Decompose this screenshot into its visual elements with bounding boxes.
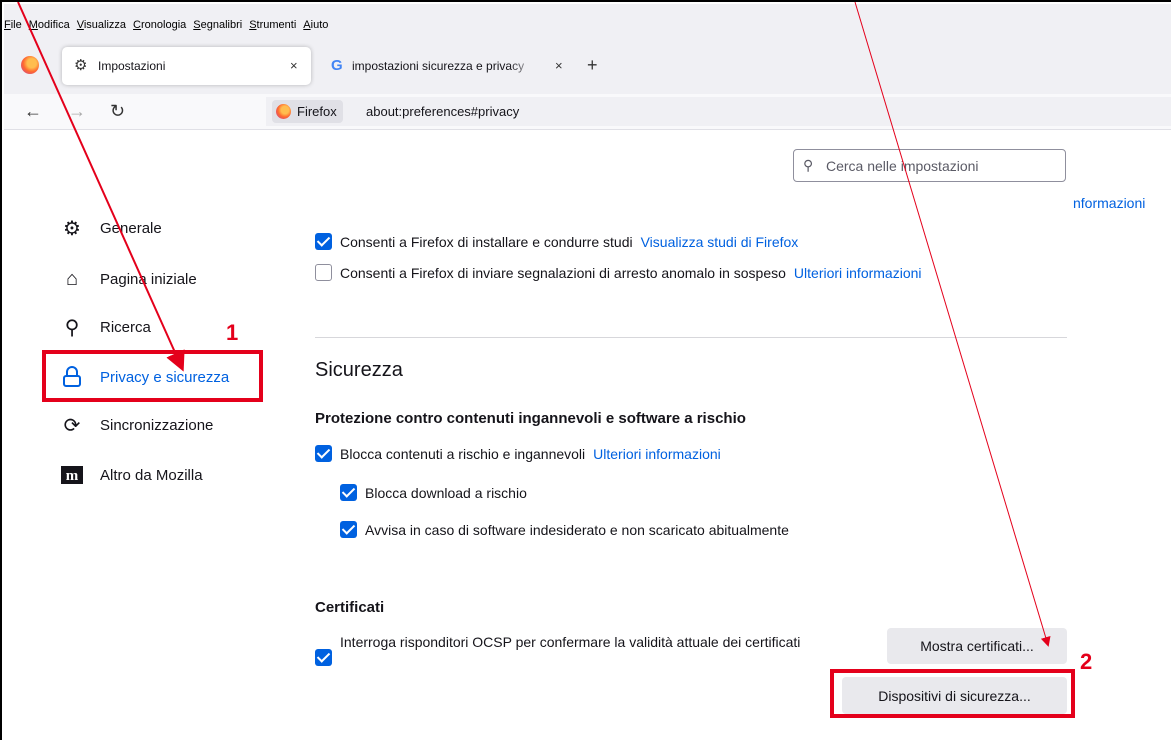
sidebar-item-sincronizzazione[interactable]: ⟳ Sincronizzazione <box>60 410 214 440</box>
warn-software-label: Avvisa in caso di software indesiderato … <box>365 521 789 538</box>
crash-info-link[interactable]: Ulteriori informazioni <box>794 265 922 281</box>
crash-reports-checkbox[interactable] <box>315 264 332 281</box>
tab-title: impostazioni sicurezza e privacy <box>352 59 525 73</box>
menu-aiuto[interactable]: Aiuto <box>303 18 328 32</box>
tab-impostazioni[interactable]: ⚙ Impostazioni × <box>62 47 311 85</box>
search-placeholder: Cerca nelle impostazioni <box>826 158 979 174</box>
close-icon[interactable]: × <box>555 59 563 73</box>
sidebar-item-label: Ricerca <box>100 318 151 336</box>
back-arrow-icon[interactable]: ← <box>24 101 42 121</box>
ocsp-label: Interroga risponditori OCSP per conferma… <box>340 634 801 650</box>
tab-google-search[interactable]: G impostazioni sicurezza e privacy × <box>322 47 574 85</box>
section-divider <box>315 337 1067 338</box>
block-dangerous-info-link[interactable]: Ulteriori informazioni <box>593 446 721 462</box>
sidebar-item-pagina-iniziale[interactable]: ⌂ Pagina iniziale <box>60 264 197 294</box>
menu-segnalibri[interactable]: Segnalibri <box>193 18 242 32</box>
sidebar-item-label: Pagina iniziale <box>100 270 197 288</box>
home-icon: ⌂ <box>65 267 79 290</box>
menu-file[interactable]: File <box>4 18 22 32</box>
menu-strumenti[interactable]: Strumenti <box>249 18 296 32</box>
menu-modifica[interactable]: Modifica <box>29 18 70 32</box>
sidebar-item-generale[interactable]: ⚙ Generale <box>60 213 162 243</box>
step-number-2: 2 <box>1080 649 1093 674</box>
sidebar-item-label: Altro da Mozilla <box>100 466 203 484</box>
more-info-link[interactable]: nformazioni <box>1073 195 1145 211</box>
warn-software-option: Avvisa in caso di software indesiderato … <box>340 521 789 538</box>
browser-window: File Modifica Visualizza Cronologia Segn… <box>0 0 1171 740</box>
block-dangerous-checkbox[interactable] <box>315 445 332 462</box>
google-icon: G <box>331 57 343 74</box>
view-studies-link[interactable]: Visualizza studi di Firefox <box>641 234 799 250</box>
mozilla-icon: m <box>60 463 84 487</box>
menu-cronologia[interactable]: Cronologia <box>133 18 186 32</box>
search-icon: ⚲ <box>803 157 814 173</box>
crash-reports-option: Consenti a Firefox di inviare segnalazio… <box>315 264 922 281</box>
tab-title: Impostazioni <box>98 59 166 73</box>
menu-bar: File Modifica Visualizza Cronologia Segn… <box>4 4 1171 36</box>
firefox-logo-icon[interactable] <box>21 56 39 74</box>
sync-icon: ⟳ <box>63 414 81 437</box>
block-dangerous-label: Blocca contenuti a rischio e ingannevoli <box>340 445 586 462</box>
block-downloads-label: Blocca download a rischio <box>365 484 527 501</box>
studies-checkbox[interactable] <box>315 233 332 250</box>
tab-bar: ⚙ Impostazioni × G impostazioni sicurezz… <box>4 36 1171 94</box>
navigation-bar: ← → ↻ Firefox about:preferences#privacy <box>4 94 1171 130</box>
new-tab-button[interactable]: + <box>587 56 598 74</box>
forward-arrow-icon[interactable]: → <box>68 101 86 121</box>
settings-search-input[interactable]: ⚲ Cerca nelle impostazioni <box>793 149 1066 182</box>
step-number-1: 1 <box>226 320 239 345</box>
reload-icon[interactable]: ↻ <box>110 101 125 121</box>
security-section-title: Sicurezza <box>315 359 403 381</box>
svg-text:m: m <box>66 468 79 484</box>
gear-icon: ⚙ <box>74 57 88 74</box>
block-downloads-checkbox[interactable] <box>340 484 357 501</box>
protection-heading: Protezione contro contenuti ingannevoli … <box>315 410 746 427</box>
identity-box[interactable]: Firefox <box>272 100 343 123</box>
show-certificates-button[interactable]: Mostra certificati... <box>887 628 1067 664</box>
studies-option: Consenti a Firefox di installare e condu… <box>315 233 798 250</box>
preferences-page: ⚲ Cerca nelle impostazioni nformazioni ⚙… <box>4 131 1171 740</box>
sidebar-item-label: Generale <box>100 219 162 237</box>
certificates-heading: Certificati <box>315 599 385 616</box>
studies-label: Consenti a Firefox di installare e condu… <box>340 233 633 250</box>
firefox-icon <box>276 104 291 119</box>
block-downloads-option: Blocca download a rischio <box>340 484 527 501</box>
close-icon[interactable]: × <box>290 59 298 73</box>
gear-icon: ⚙ <box>63 217 81 240</box>
highlight-box-security-devices <box>830 669 1075 718</box>
crash-reports-label: Consenti a Firefox di inviare segnalazio… <box>340 264 786 281</box>
highlight-box-privacy <box>42 350 263 402</box>
sidebar-item-label: Sincronizzazione <box>100 416 214 434</box>
url-text[interactable]: about:preferences#privacy <box>366 104 519 119</box>
warn-software-checkbox[interactable] <box>340 521 357 538</box>
url-bar[interactable]: Firefox about:preferences#privacy <box>266 97 1171 126</box>
sidebar-item-ricerca[interactable]: ⚲ Ricerca <box>60 312 151 342</box>
ocsp-checkbox[interactable] <box>315 649 332 666</box>
identity-label: Firefox <box>297 104 337 119</box>
search-icon: ⚲ <box>64 316 80 339</box>
menu-visualizza[interactable]: Visualizza <box>77 18 126 32</box>
sidebar-item-altro-da-mozilla[interactable]: m Altro da Mozilla <box>60 460 203 490</box>
block-dangerous-option: Blocca contenuti a rischio e ingannevoli… <box>315 445 721 462</box>
